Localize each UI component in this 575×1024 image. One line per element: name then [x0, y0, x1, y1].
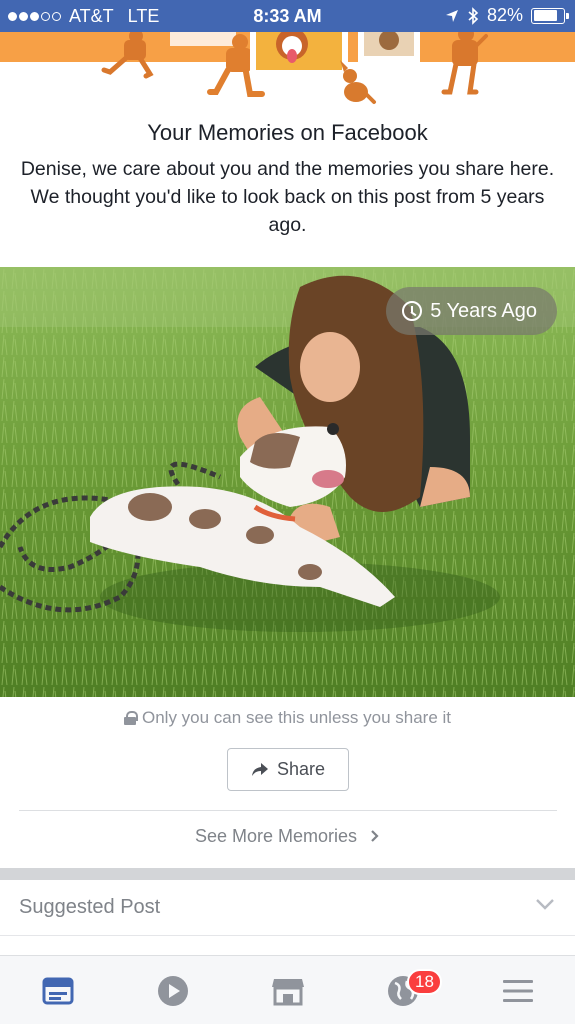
battery-percent: 82%: [486, 5, 523, 25]
years-ago-label: 5 Years Ago: [430, 299, 537, 322]
share-arrow-icon: [251, 762, 268, 776]
notification-count: 18: [415, 972, 434, 991]
clock-icon: [402, 301, 423, 321]
divider: [0, 935, 575, 936]
privacy-notice: Only you can see this unless you share i…: [0, 708, 575, 728]
tab-notifications[interactable]: 18: [345, 956, 460, 1024]
chevron-right-icon: [371, 830, 379, 842]
video-play-icon: [157, 975, 188, 1006]
status-bar: AT&T LTE 8:33 AM 82%: [0, 0, 575, 32]
see-more-memories-link[interactable]: See More Memories: [0, 826, 575, 847]
section-separator: [0, 868, 575, 880]
privacy-text: Only you can see this unless you share i…: [142, 708, 451, 727]
bluetooth-icon: [468, 6, 479, 25]
tab-news-feed[interactable]: [0, 956, 115, 1024]
divider: [19, 810, 557, 811]
tab-marketplace[interactable]: [230, 956, 345, 1024]
chevron-down-icon[interactable]: [535, 897, 555, 911]
marketplace-icon: [271, 978, 304, 1005]
years-ago-badge: 5 Years Ago: [386, 287, 557, 335]
see-more-memories-label: See More Memories: [194, 826, 358, 846]
notification-count-badge: 18: [407, 969, 442, 995]
memories-title: Your Memories on Facebook: [147, 120, 428, 145]
location-arrow-icon: [445, 9, 458, 22]
bottom-tab-bar: 18: [0, 955, 575, 1024]
news-feed-icon: [42, 977, 73, 1004]
battery-icon: [531, 7, 569, 24]
memories-banner-illustration: [0, 32, 575, 107]
tab-video[interactable]: [115, 956, 230, 1024]
hamburger-menu-icon: [502, 979, 533, 1002]
memories-intro-text: Denise, we care about you and the memori…: [20, 158, 555, 236]
memory-photo[interactable]: 5 Years Ago: [0, 267, 575, 697]
lock-icon: [124, 711, 138, 725]
suggested-post-label: Suggested Post: [19, 896, 161, 918]
tab-menu[interactable]: [460, 956, 575, 1024]
share-button[interactable]: Share: [227, 748, 349, 791]
share-button-label: Share: [276, 759, 326, 779]
